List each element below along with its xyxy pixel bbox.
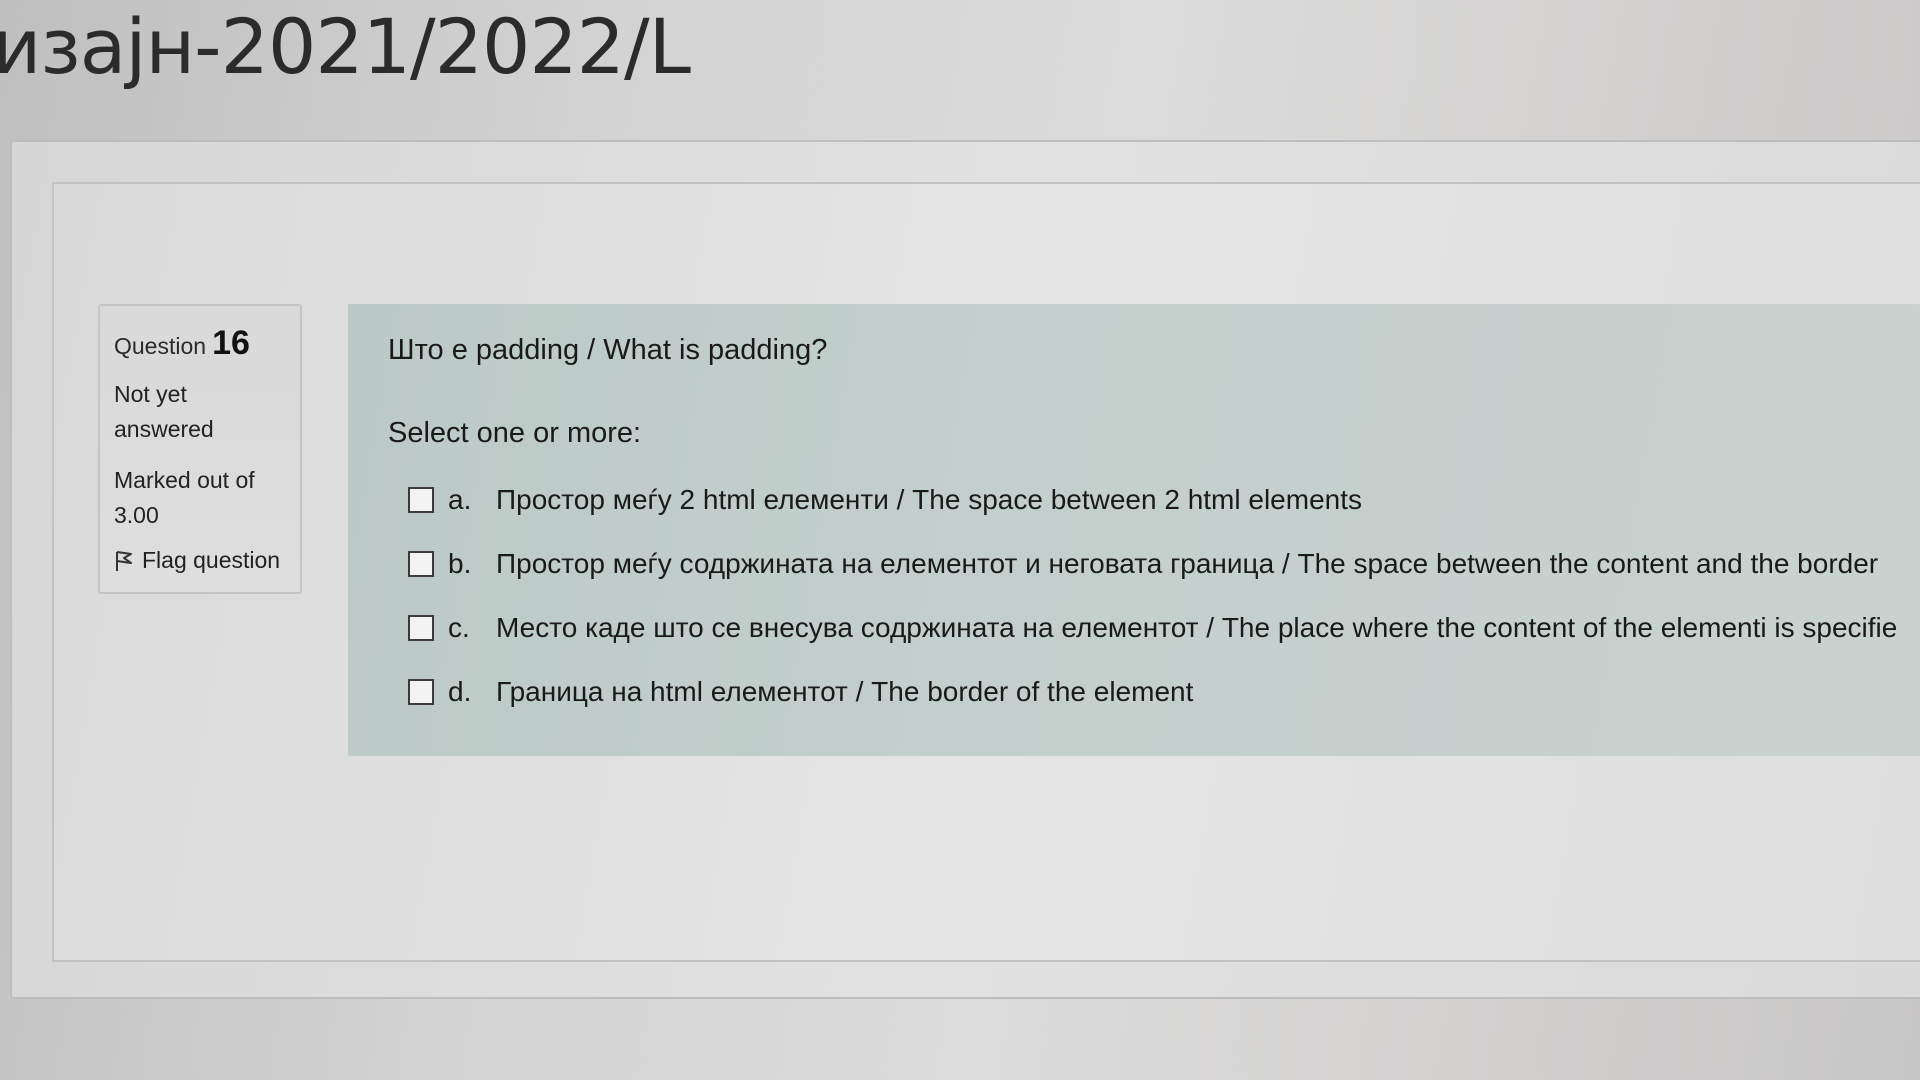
question-mark: Marked out of 3.00: [114, 467, 255, 528]
question-state: Not yet answered: [114, 381, 214, 442]
checkbox-icon[interactable]: [408, 615, 434, 641]
flag-question-label: Flag question: [142, 547, 281, 573]
page-title: изајн-2021/2022/L: [0, 2, 691, 91]
checkbox-icon[interactable]: [408, 679, 434, 705]
answer-text: Граница на html елементот / The border o…: [496, 676, 1194, 707]
question-content: Што е padding / What is padding? Select …: [348, 304, 1920, 756]
answer-letter: d.: [448, 676, 472, 707]
answer-option-c[interactable]: c. Место каде што се внесува содржината …: [388, 596, 1897, 660]
flag-icon: [114, 550, 134, 572]
answer-letter: a.: [448, 484, 472, 515]
question-info-panel: Question 16 Not yet answered Marked out o…: [98, 304, 302, 594]
answer-list: a. Простор меѓу 2 html елементи / The sp…: [388, 468, 1897, 724]
question-text: Што е padding / What is padding?: [388, 334, 828, 366]
answer-text: Простор меѓу 2 html елементи / The space…: [496, 484, 1362, 515]
answer-text: Простор меѓу содржината на елементот и н…: [496, 548, 1879, 579]
answer-option-d[interactable]: d. Граница на html елементот / The borde…: [388, 660, 1880, 724]
answer-option-a[interactable]: a. Простор меѓу 2 html елементи / The sp…: [388, 468, 1880, 532]
flag-question-button[interactable]: Flag question: [114, 547, 286, 574]
checkbox-icon[interactable]: [408, 487, 434, 513]
checkbox-icon[interactable]: [408, 551, 434, 577]
answer-letter: c.: [448, 612, 470, 643]
question-label: Question: [114, 333, 207, 359]
question-number: 16: [212, 324, 250, 362]
answer-prompt: Select one or more:: [388, 417, 642, 449]
question-heading: Question 16: [114, 324, 286, 363]
answer-option-b[interactable]: b. Простор меѓу содржината на елементот …: [388, 532, 1880, 596]
answer-text: Место каде што се внесува содржината на …: [496, 612, 1898, 643]
answer-letter: b.: [448, 548, 472, 579]
